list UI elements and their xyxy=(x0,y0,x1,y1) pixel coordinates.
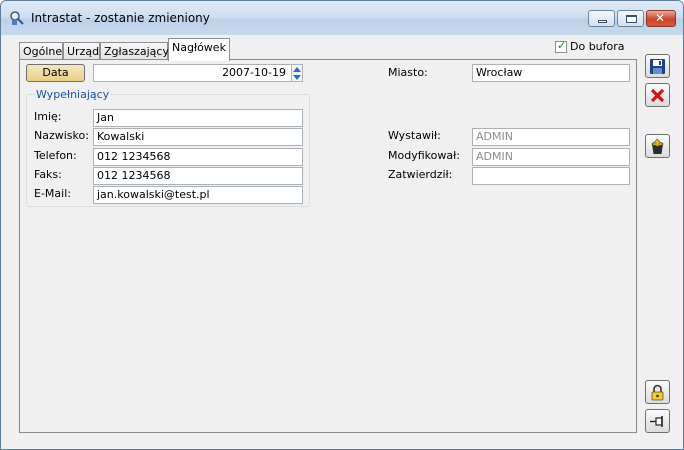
intrastat-app-icon xyxy=(9,10,25,26)
email-field[interactable]: jan.kowalski@test.pl xyxy=(93,186,303,204)
pin-icon xyxy=(650,416,663,427)
lock-icon xyxy=(651,384,664,401)
bucket-icon xyxy=(651,138,664,154)
tab-label: Ogólne xyxy=(23,45,63,58)
tab-urzad[interactable]: Urząd xyxy=(63,42,100,60)
imie-field[interactable]: Jan xyxy=(93,109,303,127)
wypelniajacy-group-title: Wypełniający xyxy=(35,88,111,101)
title-bar[interactable]: Intrastat - zostanie zmieniony ✕ xyxy=(1,1,683,35)
miasto-label: Miasto: xyxy=(388,66,428,79)
zatwierdzil-label: Zatwierdził: xyxy=(388,168,453,181)
tab-label: Urząd xyxy=(67,45,100,58)
nazwisko-label: Nazwisko: xyxy=(34,129,89,142)
do-bufora-label: Do bufora xyxy=(570,40,625,53)
cancel-icon xyxy=(650,88,665,103)
data-button[interactable]: Data xyxy=(26,64,85,82)
wystawil-label: Wystawił: xyxy=(388,129,441,142)
tab-label: Nagłówek xyxy=(172,41,226,54)
lock-button[interactable] xyxy=(645,380,670,404)
dialog-client: Ogólne Urząd Zgłaszający Nagłówek ✓ Do b… xyxy=(9,35,675,441)
spinner-up-icon[interactable] xyxy=(293,67,301,72)
minimize-button[interactable] xyxy=(588,10,615,27)
close-button[interactable]: ✕ xyxy=(646,10,676,27)
modyfikowal-field: ADMIN xyxy=(472,148,630,166)
tab-ogolne[interactable]: Ogólne xyxy=(19,42,63,60)
maximize-icon xyxy=(626,15,637,23)
maximize-button[interactable] xyxy=(617,10,644,27)
imie-label: Imię: xyxy=(34,110,62,123)
faks-field[interactable]: 012 1234568 xyxy=(93,167,303,185)
date-field[interactable]: 2007-10-19 xyxy=(93,64,292,82)
nazwisko-field[interactable]: Kowalski xyxy=(93,128,303,146)
do-bufora-checkbox[interactable]: ✓ xyxy=(555,39,567,53)
minimize-icon xyxy=(598,20,607,23)
tab-naglowek[interactable]: Nagłówek xyxy=(168,38,230,61)
tab-zglaszajacy[interactable]: Zgłaszający xyxy=(100,42,169,60)
window-title: Intrastat - zostanie zmieniony xyxy=(31,11,210,25)
zatwierdzil-field[interactable] xyxy=(472,167,630,185)
telefon-field[interactable]: 012 1234568 xyxy=(93,148,303,166)
telefon-label: Telefon: xyxy=(34,149,77,162)
close-icon: ✕ xyxy=(655,11,666,25)
spinner-down-icon[interactable] xyxy=(293,75,301,80)
email-label: E-Mail: xyxy=(34,187,71,200)
cancel-button[interactable] xyxy=(645,83,670,107)
naglowek-tab-panel: Data 2007-10-19 Miasto: Wrocław Wypełnia… xyxy=(19,59,637,433)
save-icon xyxy=(650,59,665,74)
date-spinner[interactable] xyxy=(292,64,303,82)
checkmark-icon: ✓ xyxy=(557,39,567,52)
bucket-button[interactable] xyxy=(645,134,670,158)
faks-label: Faks: xyxy=(34,168,62,181)
save-button[interactable] xyxy=(645,54,670,78)
miasto-field[interactable]: Wrocław xyxy=(472,64,630,82)
tab-label: Zgłaszający xyxy=(104,45,169,58)
pin-button[interactable] xyxy=(645,409,670,433)
modyfikowal-label: Modyfikował: xyxy=(388,149,460,162)
wystawil-field: ADMIN xyxy=(472,128,630,146)
dialog-window: Intrastat - zostanie zmieniony ✕ Ogólne … xyxy=(0,0,684,450)
